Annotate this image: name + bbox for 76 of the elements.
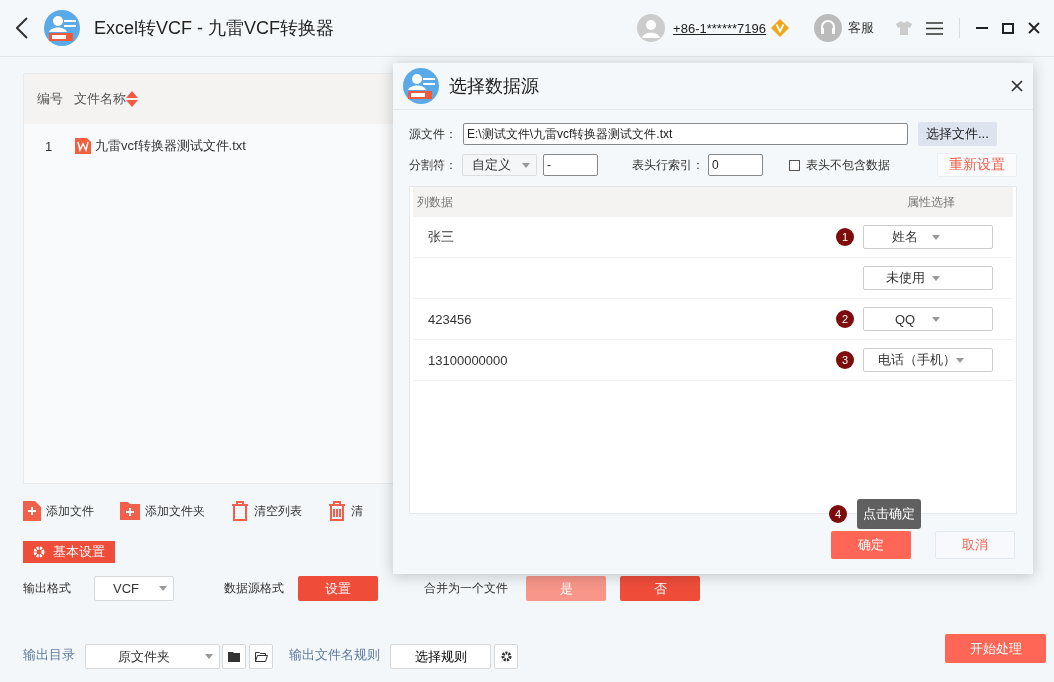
maximize-icon[interactable] <box>1002 22 1014 34</box>
checkbox[interactable] <box>789 159 800 171</box>
logo-icon <box>44 10 80 46</box>
folder-icon <box>254 651 268 662</box>
table-cell-text: 1 <box>45 138 54 154</box>
filename-rule-label: 输出文件名规则 <box>289 646 380 664</box>
caret-icon <box>159 586 167 591</box>
folder-button[interactable] <box>222 644 246 669</box>
settings-tab[interactable]: 基本设置 <box>23 541 115 563</box>
logo-icon <box>403 68 439 104</box>
attribute-dropdown[interactable]: 未使用 <box>863 266 993 290</box>
trash-icon <box>231 501 249 521</box>
separator-field[interactable]: - <box>543 154 598 176</box>
source-file-field[interactable]: E:\测试文件\九雷vcf转换器测试文件.txt <box>463 123 908 145</box>
document-icon <box>75 137 91 155</box>
step-badge: 2 <box>836 310 854 328</box>
merge-option-button[interactable]: 否 <box>620 576 700 601</box>
caret-icon <box>522 162 530 168</box>
step-badge: 1 <box>836 228 854 246</box>
account-link[interactable]: +86-1******7196 <box>673 20 766 36</box>
separator-label: 分割符： <box>409 156 458 174</box>
menu-icon[interactable] <box>926 21 943 35</box>
choose-file-button[interactable]: 选择文件... <box>918 122 997 146</box>
folder-icon <box>228 651 240 662</box>
filename-rule-button[interactable]: 选择规则 <box>390 644 491 669</box>
trash-icon <box>328 501 346 521</box>
column-header: 属性选择 <box>907 193 955 211</box>
table-cell: 九雷vcf转换器测试文件.txt <box>95 137 246 155</box>
toolbar-button[interactable]: 清 <box>328 501 363 521</box>
step-badge: 3 <box>836 351 854 369</box>
column-header[interactable]: 文件名称 <box>74 90 126 108</box>
close-icon[interactable] <box>1028 22 1040 34</box>
caret-icon <box>956 357 964 363</box>
settings-icon <box>500 651 512 662</box>
window-title: Excel转VCF - 九雷VCF转换器 <box>94 17 335 40</box>
tooltip: 点击确定 <box>857 499 921 529</box>
source-file-label: 源文件： <box>409 125 458 143</box>
checkbox-label: 表头不包含数据 <box>806 156 890 174</box>
attribute-dropdown[interactable]: QQ <box>863 307 993 331</box>
back-icon[interactable] <box>16 17 28 39</box>
toolbar-button[interactable]: 添加文件 <box>23 501 94 521</box>
attribute-dropdown[interactable]: 姓名 <box>863 225 993 249</box>
sort-icon[interactable] <box>126 91 138 107</box>
column-value: 13100000000 <box>428 352 508 368</box>
close-icon[interactable] <box>1011 80 1023 92</box>
attribute-dropdown[interactable]: 电话（手机） <box>863 348 993 372</box>
dialog-title: 选择数据源 <box>449 75 540 98</box>
output-directory-dropdown[interactable]: 原文件夹 <box>85 644 220 669</box>
header-index-label: 表头行索引： <box>632 156 705 174</box>
toolbar-button[interactable]: 清空列表 <box>231 501 302 521</box>
column-value: 423456 <box>428 311 472 327</box>
source-format-button[interactable]: 设置 <box>298 576 378 601</box>
caret-icon <box>932 275 940 281</box>
open-folder-button[interactable] <box>249 644 273 669</box>
add-file-icon <box>23 501 41 521</box>
column-header: 编号 <box>37 90 63 108</box>
separator-dropdown[interactable]: 自定义 <box>462 154 537 176</box>
header-index-field[interactable]: 0 <box>708 154 763 176</box>
toolbar-button[interactable]: 添加文件夹 <box>120 502 205 520</box>
caret-icon <box>205 654 213 659</box>
merge-label: 合并为一个文件 <box>424 580 509 597</box>
output-format-dropdown[interactable]: VCF <box>94 576 174 601</box>
settings-icon <box>33 546 45 558</box>
avatar-icon <box>637 14 666 42</box>
output-directory-label: 输出目录 <box>23 646 76 664</box>
caret-icon <box>932 316 940 322</box>
rule-settings-button[interactable] <box>494 644 518 669</box>
column-value: 张三 <box>428 229 454 244</box>
vip-icon <box>770 18 790 38</box>
caret-icon <box>932 234 940 240</box>
output-format-label: 输出格式 <box>23 580 72 597</box>
column-header: 列数据 <box>417 193 453 211</box>
service-label[interactable]: 客服 <box>848 19 874 37</box>
step-badge: 4 <box>829 505 847 523</box>
add-folder-icon <box>120 502 140 520</box>
source-format-label: 数据源格式 <box>224 580 285 597</box>
